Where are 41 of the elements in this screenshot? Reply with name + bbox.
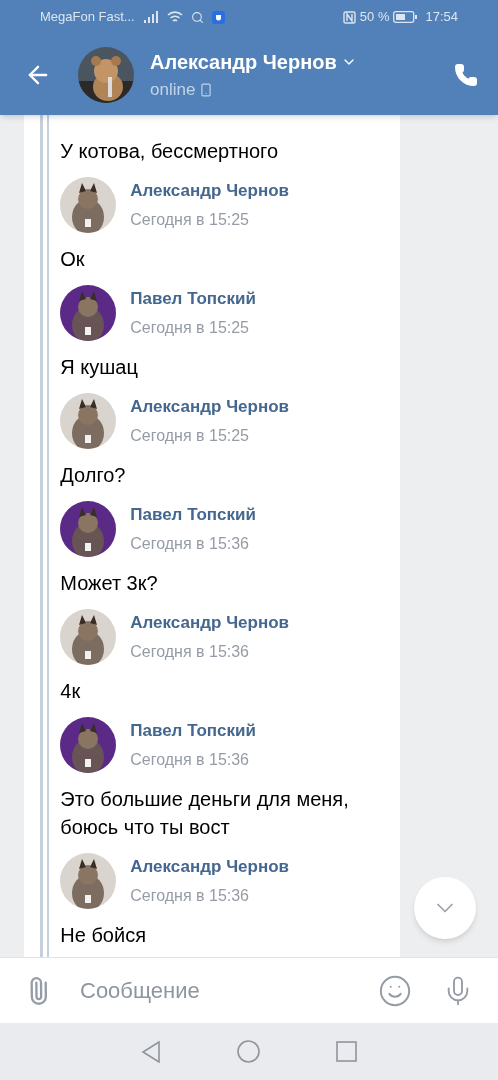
message-text: Я кушац [60, 355, 139, 380]
signal-icon [142, 11, 159, 23]
shield-icon [211, 10, 225, 24]
message-text: Это большие деньги для меня, боюсь что ты вост [60, 787, 350, 840]
sender-name[interactable]: Александр Чернов [130, 610, 290, 636]
message-time: Сегодня в 15:36 [130, 533, 250, 554]
message-input[interactable]: Сообщение [80, 974, 378, 1007]
wifi-icon [166, 10, 183, 24]
search-icon [190, 10, 204, 24]
sender-name[interactable]: Павел Топский [130, 502, 256, 528]
battery-icon [393, 11, 418, 23]
contact-status: online [150, 78, 196, 101]
carrier-label: MegaFon Fast... [40, 8, 135, 27]
message-time: Сегодня в 15:36 [130, 885, 250, 906]
home-nav-icon[interactable] [237, 1040, 260, 1063]
message-time: Сегодня в 15:25 [130, 425, 250, 446]
message-time: Сегодня в 15:36 [130, 641, 250, 662]
sender-name[interactable]: Александр Чернов [130, 178, 290, 204]
emoji-button[interactable] [378, 973, 412, 1008]
sender-name[interactable]: Александр Чернов [130, 394, 290, 420]
recents-nav-icon[interactable] [336, 1041, 357, 1062]
message-time: Сегодня в 15:25 [130, 317, 250, 338]
sender-name[interactable]: Павел Топский [130, 286, 256, 312]
phone-icon [199, 82, 214, 97]
message-time: Сегодня в 15:36 [130, 749, 250, 770]
message-text: Долго? [60, 463, 127, 488]
message-text: Ок [60, 247, 86, 272]
back-nav-icon[interactable] [141, 1040, 161, 1063]
clock: 17:54 [425, 8, 458, 27]
message-text: Не бойся [60, 923, 147, 948]
nfc-icon [342, 10, 356, 24]
message-text: У котова, бессмертного [60, 139, 280, 164]
contact-name[interactable]: Александр Чернов [150, 46, 337, 77]
sender-name[interactable]: Александр Чернов [130, 854, 290, 880]
sender-name[interactable]: Павел Топский [130, 718, 256, 744]
message-time: Сегодня в 15:25 [130, 209, 250, 230]
message-text: Может 3к? [60, 571, 159, 596]
call-button[interactable] [454, 62, 478, 87]
battery-percent: 50 % [359, 8, 390, 27]
scroll-down-button[interactable] [414, 877, 476, 939]
message-text: 4к [60, 679, 82, 704]
